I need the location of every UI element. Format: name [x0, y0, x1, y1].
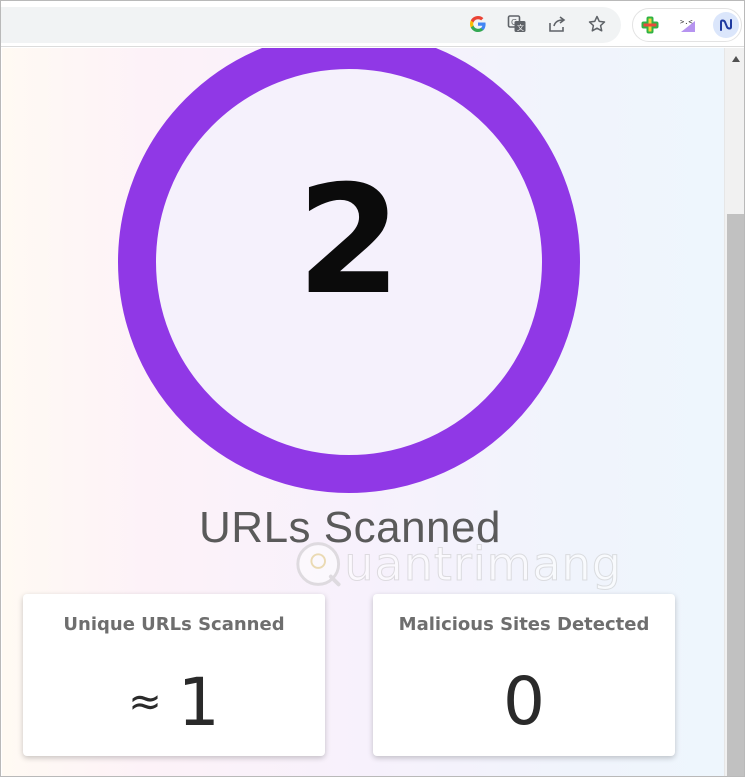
share-icon[interactable] [546, 13, 568, 35]
watermark-text: uantrimang [344, 537, 622, 592]
extensions-group: >.< [632, 8, 742, 42]
urls-scanned-count: 2 [296, 154, 402, 328]
malicious-sites-value-row: 0 [373, 662, 675, 742]
malicious-sites-card: Malicious Sites Detected 0 [373, 594, 675, 756]
malicious-sites-title: Malicious Sites Detected [398, 614, 650, 635]
watermark-logo: uantrimang [292, 534, 622, 594]
approx-symbol: ≈ [128, 679, 162, 725]
extension-nu-icon[interactable] [713, 12, 739, 38]
svg-text:>.<: >.< [680, 18, 693, 26]
unique-urls-value: 1 [177, 664, 220, 741]
watermark-q-icon [296, 542, 341, 587]
translate-icon[interactable]: G 文 [506, 13, 528, 35]
scroll-up-arrow-icon[interactable] [725, 52, 744, 66]
svg-text:文: 文 [517, 23, 524, 32]
page-scrollbar[interactable] [724, 48, 744, 776]
unique-urls-value-row: ≈1 [23, 662, 325, 743]
extension-cat-icon[interactable]: >.< [677, 14, 699, 36]
scrollbar-thumb[interactable] [727, 214, 744, 776]
extension-plus-icon[interactable] [639, 14, 661, 36]
browser-window: G 文 >.< 2 URLs Scanned uantrimang Unique… [0, 0, 745, 777]
google-icon[interactable] [467, 13, 489, 35]
bookmark-star-icon[interactable] [586, 13, 608, 35]
unique-urls-title: Unique URLs Scanned [63, 614, 285, 635]
scan-results-page: 2 URLs Scanned uantrimang Unique URLs Sc… [2, 48, 724, 776]
malicious-sites-value: 0 [503, 663, 545, 740]
browser-toolbar: G 文 >.< [1, 1, 744, 47]
unique-urls-card: Unique URLs Scanned ≈1 [23, 594, 325, 756]
